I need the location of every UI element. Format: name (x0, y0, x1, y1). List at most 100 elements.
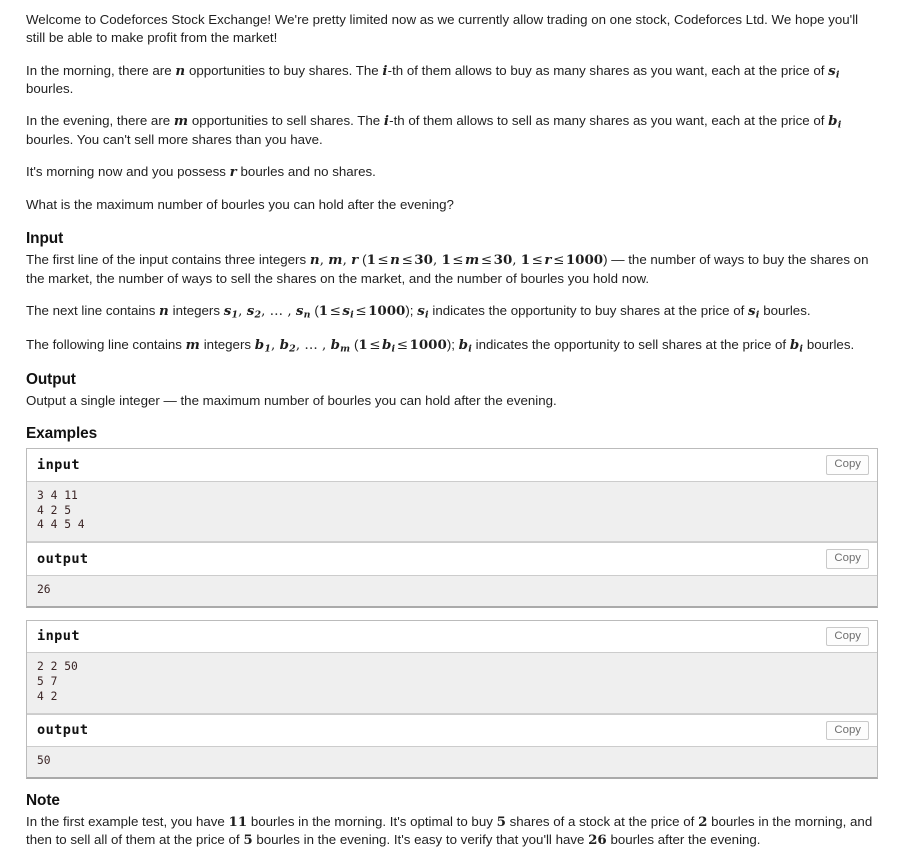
output-specification-section: Output Output a single integer — the max… (26, 370, 878, 410)
math-operator: ≤ (377, 252, 389, 268)
math-separator: , (238, 304, 247, 320)
paragraph-intro: Welcome to Codeforces Stock Exchange! We… (26, 12, 859, 46)
paragraph-output-desc: Output a single integer — the maximum nu… (26, 392, 557, 408)
math-operator: ≤ (480, 252, 493, 268)
sample-input-data: 3 4 11 4 2 5 4 4 5 4 (27, 481, 877, 543)
paragraph-note-body: In the first example test, you have 11 b… (26, 813, 873, 848)
note-section: Note In the first example test, you have… (26, 791, 878, 849)
math-subscript: m (340, 343, 351, 355)
sample-input-label: input (37, 457, 80, 474)
paragraph-possess: It's morning now and you possess r bourl… (26, 164, 376, 181)
math-number: 30 (414, 251, 433, 268)
math-variable: s1 (223, 303, 239, 321)
math-number: 1 (366, 251, 376, 268)
math-number: 1000 (368, 303, 406, 320)
output-section-title: Output (26, 370, 76, 388)
sample-input-header: input Copy (27, 449, 877, 482)
math-number: 11 (228, 813, 248, 830)
math-subscript: i (468, 343, 472, 355)
math-subscript: n (303, 309, 311, 321)
sample-output-data: 26 (27, 575, 877, 606)
math-subscript: 2 (289, 343, 296, 355)
math-variable: r (544, 251, 552, 268)
math-separator: , (271, 338, 280, 354)
math-operator: ≤ (396, 338, 409, 354)
sample-input-section: input Copy 2 2 50 5 7 4 2 (27, 620, 877, 714)
math-variable: i (382, 62, 388, 79)
math-variable: b2 (279, 337, 296, 355)
copy-input-button[interactable]: Copy (826, 455, 869, 475)
math-variable: r (351, 251, 359, 268)
sample-input-label: input (37, 628, 80, 645)
math-variable: r (229, 164, 237, 181)
math-variable: bi (381, 337, 396, 355)
math-operator: ≤ (553, 252, 565, 268)
math-variable: sn (295, 303, 311, 321)
math-number: 5 (243, 831, 253, 848)
math-subscript: i (424, 309, 429, 321)
input-specification-section: Input The first line of the input contai… (26, 229, 878, 356)
math-variable: bi (789, 337, 804, 355)
math-variable: n (175, 62, 186, 79)
paragraph-morning: In the morning, there are n opportunitie… (26, 62, 840, 96)
sample-tests-container: input Copy 3 4 11 4 2 5 4 4 5 4 output Copy 2… (26, 448, 878, 779)
math-operator: ≤ (452, 252, 464, 268)
sample-output-header: output Copy (27, 542, 877, 576)
sample-input-section: input Copy 3 4 11 4 2 5 4 4 5 4 (27, 449, 877, 543)
math-operator: ≤ (329, 304, 341, 320)
math-variable: si (828, 62, 840, 81)
math-number: 2 (698, 813, 708, 830)
math-variable: si (748, 303, 760, 321)
math-separator: , (512, 252, 521, 268)
math-number: 1 (358, 337, 368, 354)
math-variable: bi (458, 337, 472, 355)
math-variable: m (185, 337, 201, 354)
math-separator: , (342, 252, 352, 268)
examples-section: Examples input Copy 3 4 11 4 2 5 4 4 5 4 ou… (26, 424, 878, 779)
math-variable: s2 (246, 303, 262, 321)
statement-body: Welcome to Codeforces Stock Exchange! We… (26, 0, 878, 214)
math-variable: si (417, 303, 429, 321)
sample-test: input Copy 3 4 11 4 2 5 4 4 5 4 output Copy 2… (26, 448, 878, 608)
sample-output-header: output Copy (27, 713, 877, 747)
math-variable: i (383, 113, 390, 130)
note-section-body: In the first example test, you have 11 b… (26, 813, 878, 849)
sample-input-data: 2 2 50 5 7 4 2 (27, 652, 877, 714)
math-variable: si (342, 303, 354, 321)
output-section-body: Output a single integer — the maximum nu… (26, 392, 878, 410)
examples-section-title: Examples (26, 425, 98, 443)
math-number: 1 (520, 251, 531, 268)
math-number: 26 (588, 831, 607, 848)
math-operator: ≤ (531, 252, 543, 268)
math-number: 1 (441, 251, 451, 268)
math-variable: bm (330, 337, 351, 355)
math-variable: m (465, 251, 480, 268)
sample-output-label: output (37, 551, 89, 567)
math-variable: bi (828, 113, 842, 132)
math-variable: n (309, 251, 320, 268)
sample-test: input Copy 2 2 50 5 7 4 2 output Copy 50 (26, 619, 878, 779)
copy-input-button[interactable]: Copy (826, 626, 869, 646)
sample-output-label: output (37, 722, 89, 739)
math-operator: ≤ (401, 252, 413, 268)
paragraph-input-first-line: The first line of the input contains thr… (26, 251, 869, 286)
paragraph-question: What is the maximum number of bourles yo… (26, 196, 454, 212)
math-subscript: i (837, 120, 842, 132)
math-number: 1000 (409, 337, 447, 354)
sample-output-data: 50 (27, 746, 877, 777)
math-subscript: i (755, 309, 760, 321)
math-subscript: i (799, 343, 804, 355)
note-section-title: Note (26, 791, 60, 809)
math-separator: , … , (295, 338, 331, 354)
math-number: 5 (496, 813, 506, 830)
copy-output-button[interactable]: Copy (826, 720, 869, 740)
math-number: 30 (493, 251, 513, 268)
paragraph-evening: In the evening, there are m opportunitie… (26, 113, 842, 147)
sample-input-header: input Copy (27, 620, 877, 653)
input-section-title: Input (26, 229, 64, 247)
math-variable: n (390, 251, 401, 268)
math-separator: , (319, 252, 329, 268)
math-number: 1 (318, 303, 329, 320)
copy-output-button[interactable]: Copy (826, 549, 869, 569)
sample-output-section: output Copy 50 (27, 713, 877, 777)
